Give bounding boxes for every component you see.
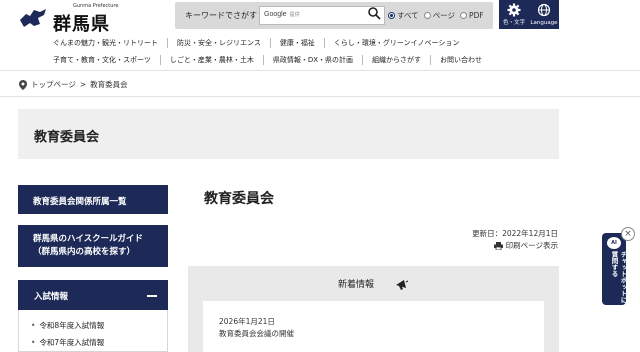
location-pin-icon (19, 79, 27, 90)
search-icon[interactable] (367, 6, 381, 20)
global-nav-row2: 子育て・教育・文化・スポーツ しごと・産業・農林・土木 県政情報・DX・県の計画… (44, 55, 544, 65)
news-title[interactable]: 教育委員会会議の開催 (219, 328, 294, 339)
divider (0, 96, 640, 97)
news-item[interactable]: 2026年1月21日 教育委員会会議の開催 (203, 301, 544, 352)
breadcrumb-current: 教育委員会 (90, 80, 128, 89)
category-title-band: 教育委員会 (18, 109, 559, 159)
gunma-crane-logo-icon (20, 9, 46, 27)
divider (0, 70, 640, 71)
print-link[interactable]: 印刷ページ表示 (493, 240, 558, 251)
news-heading: 新着情報 (188, 277, 559, 291)
category-title: 教育委員会 (34, 130, 100, 145)
breadcrumb-home[interactable]: トップページ (31, 79, 76, 90)
close-icon[interactable]: × (621, 227, 635, 241)
sidebar-item-affiliates[interactable]: 教育委員会関係所属一覧 (18, 185, 168, 214)
chatbot-label: チャットボットに質問する (610, 251, 627, 303)
collapse-minus-icon[interactable] (147, 295, 157, 297)
gear-icon (507, 3, 521, 17)
megaphone-icon (395, 279, 409, 290)
site-logo[interactable]: Gunma Prefecture 群馬県 (18, 3, 131, 35)
print-label: 印刷ページ表示 (505, 241, 558, 250)
nav-item-organization[interactable]: 組織からさがす (362, 55, 430, 65)
google-brand: Google 提供 (264, 11, 300, 18)
radio-all[interactable]: すべて (388, 10, 419, 21)
logo-english-text: Gunma Prefecture (73, 3, 119, 9)
sidebar-item-label: 入試情報 (34, 292, 69, 302)
sidebar-item-label: 群馬県のハイスクールガイド (33, 234, 143, 244)
nav-item-education[interactable]: 子育て・教育・文化・スポーツ (44, 55, 160, 65)
updated-date: 更新日：2022年12月1日 (472, 229, 558, 238)
page-title: 教育委員会 (204, 191, 274, 207)
chatbot-button[interactable]: AI チャットボットに質問する (602, 233, 627, 305)
ai-badge-icon: AI (607, 237, 621, 249)
news-date: 2026年1月21日 (219, 317, 275, 326)
sidebar-item-entrance-exam[interactable]: 入試情報 (18, 280, 168, 310)
nav-item-safety[interactable]: 防災・安全・レジリエンス (167, 38, 270, 48)
news-section: 新着情報 2026年1月21日 教育委員会会議の開催 (188, 266, 559, 352)
logo-japanese-text: 群馬県 (53, 14, 110, 35)
radio-page[interactable]: ページ (423, 10, 455, 21)
nav-item-work[interactable]: しごと・産業・農林・土木 (159, 55, 263, 65)
globe-icon (537, 3, 551, 17)
nav-item-health[interactable]: 健康・福祉 (269, 38, 324, 48)
breadcrumb-separator: > (79, 80, 87, 89)
radio-pdf[interactable]: PDF (460, 10, 484, 21)
breadcrumb: トップページ > 教育委員会 (19, 79, 128, 90)
sidebar-item-highschool-guide[interactable]: 群馬県のハイスクールガイド （群馬県内の高校を探す） (18, 225, 168, 267)
color-text-button[interactable]: 色・文字 (499, 0, 529, 29)
sidebar-item-sublabel: （群馬県内の高校を探す） (33, 247, 136, 257)
entrance-exam-sublist: 令和8年度入試情報 令和7年度入試情報 (18, 310, 168, 352)
nav-item-tourism[interactable]: ぐんまの魅力・観光・リトリート (44, 38, 167, 48)
sublist-item[interactable]: 令和8年度入試情報 (31, 320, 104, 331)
keyword-search-bar: キーワードでさがす Google 提供 すべて ページ PDF (175, 2, 493, 29)
global-nav-row1: ぐんまの魅力・観光・リトリート 防災・安全・レジリエンス 健康・福祉 くらし・環… (44, 38, 544, 48)
printer-icon (493, 241, 503, 250)
sublist-item[interactable]: 令和7年度入試情報 (31, 337, 104, 348)
nav-item-governance[interactable]: 県政情報・DX・県の計画 (262, 55, 362, 65)
nav-item-contact[interactable]: お問い合わせ (430, 55, 491, 65)
search-scope-options: すべて ページ PDF (388, 10, 484, 21)
nav-item-living[interactable]: くらし・環境・グリーンイノベーション (323, 38, 469, 48)
language-button[interactable]: Language (529, 0, 559, 29)
search-label: キーワードでさがす (185, 11, 257, 20)
